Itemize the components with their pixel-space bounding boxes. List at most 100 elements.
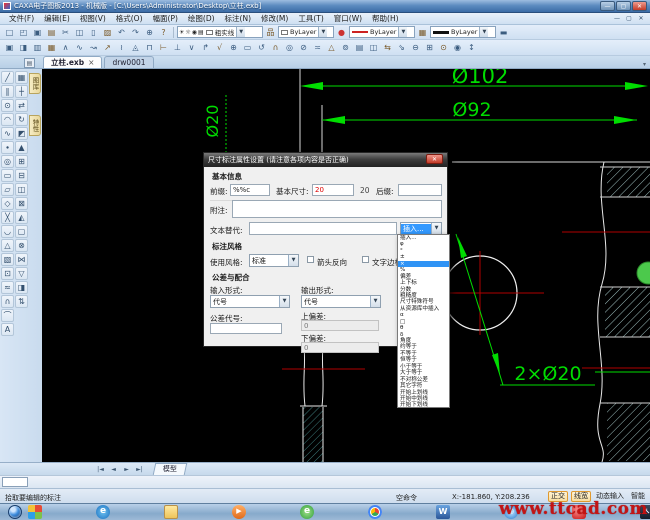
dimension-20[interactable]: Ø20	[203, 95, 226, 152]
modify-tool-icon-12[interactable]: ⊗	[15, 239, 28, 252]
sheet-nav-0[interactable]: |◄	[94, 466, 107, 473]
menu-item-2[interactable]: 视图(V)	[75, 13, 111, 25]
toolbar2-icon-1[interactable]: ◨	[17, 41, 30, 54]
command-input[interactable]	[2, 477, 28, 487]
color-picker-icon[interactable]: ●	[335, 26, 348, 39]
chevron-down-icon[interactable]: ▼	[318, 27, 327, 37]
output-form-combo[interactable]: 代号▼	[301, 295, 381, 308]
print-icon[interactable]: ▤	[45, 26, 58, 39]
input-form-combo[interactable]: 代号▼	[210, 295, 290, 308]
toolbar2-icon-3[interactable]: ▦	[45, 41, 58, 54]
draw-tool-icon-15[interactable]: ≈	[1, 281, 14, 294]
menu-item-10[interactable]: 帮助(H)	[367, 13, 404, 25]
copy-icon[interactable]: ◫	[73, 26, 86, 39]
lineweight-manager-icon[interactable]: ▬	[497, 26, 510, 39]
section-view[interactable]	[452, 162, 650, 462]
ie-icon[interactable]: e	[96, 505, 110, 519]
toolbar2-icon-27[interactable]: ⇆	[381, 41, 394, 54]
toolbar2-icon-13[interactable]: ∨	[185, 41, 198, 54]
dialog-title-bar[interactable]: 尺寸标注属性设置 (请注意各项内容是否正确) ✕	[204, 153, 447, 167]
draw-tool-icon-7[interactable]: ▭	[1, 169, 14, 182]
draw-tool-icon-10[interactable]: ╳	[1, 211, 14, 224]
qq-presence-bubble[interactable]	[637, 262, 650, 284]
new-icon[interactable]: □	[3, 26, 16, 39]
modify-tool-icon-7[interactable]: ⊟	[15, 169, 28, 182]
note-input[interactable]	[232, 200, 442, 218]
draw-tool-icon-6[interactable]: ◎	[1, 155, 14, 168]
modify-tool-icon-10[interactable]: ◭	[15, 211, 28, 224]
save-icon[interactable]: ▣	[31, 26, 44, 39]
column-section[interactable]	[282, 347, 365, 462]
dialog-close-button[interactable]: ✕	[426, 154, 443, 164]
menu-item-3[interactable]: 格式(O)	[111, 13, 148, 25]
word-icon[interactable]: W	[436, 505, 450, 519]
suffix-input[interactable]	[398, 184, 442, 196]
prefix-input[interactable]	[230, 184, 270, 196]
draw-tool-icon-17[interactable]: ⌒	[1, 309, 14, 322]
sheet-tab-model[interactable]: 模型	[153, 463, 188, 475]
toolbar2-icon-31[interactable]: ⊙	[437, 41, 450, 54]
modify-tool-icon-11[interactable]: ▢	[15, 225, 28, 238]
toolbar2-icon-29[interactable]: ⊖	[409, 41, 422, 54]
toolbar2-icon-2[interactable]: ▥	[31, 41, 44, 54]
menu-item-8[interactable]: 工具(T)	[293, 13, 328, 25]
toolbar2-icon-18[interactable]: ↺	[255, 41, 268, 54]
modify-tool-icon-9[interactable]: ⊠	[15, 197, 28, 210]
menu-item-4[interactable]: 幅面(P)	[148, 13, 183, 25]
draw-tool-icon-3[interactable]: ◠	[1, 113, 14, 126]
toolbar2-icon-8[interactable]: ≀	[115, 41, 128, 54]
toolbar2-icon-0[interactable]: ▣	[3, 41, 16, 54]
windows-logo-icon[interactable]	[28, 505, 42, 519]
tab-close-icon[interactable]: ×	[88, 58, 94, 67]
toolbar2-icon-17[interactable]: ▭	[241, 41, 254, 54]
toolbar2-icon-15[interactable]: √	[213, 41, 226, 54]
toolbar2-icon-10[interactable]: ⊓	[143, 41, 156, 54]
side-tab-library[interactable]: 图库	[29, 73, 41, 94]
menu-item-5[interactable]: 绘图(D)	[183, 13, 220, 25]
draw-tool-icon-13[interactable]: ▧	[1, 253, 14, 266]
layer-combo[interactable]: ☀☼◉▤ 粗实线 ▼	[177, 26, 263, 38]
toolbar2-icon-24[interactable]: ⊚	[339, 41, 352, 54]
toolbar2-icon-14[interactable]: ↱	[199, 41, 212, 54]
cut-icon[interactable]: ✂	[59, 26, 72, 39]
menu-item-0[interactable]: 文件(F)	[4, 13, 39, 25]
toolbar2-icon-11[interactable]: ⊢	[157, 41, 170, 54]
draw-tool-icon-16[interactable]: ∩	[1, 295, 14, 308]
media-player-icon[interactable]: ▶	[232, 505, 246, 519]
draw-tool-icon-4[interactable]: ∿	[1, 127, 14, 140]
toolbar2-icon-32[interactable]: ◉	[451, 41, 464, 54]
dimension-92[interactable]: Ø92	[322, 99, 637, 124]
green-browser-icon[interactable]: e	[300, 505, 314, 519]
modify-tool-icon-2[interactable]: ⇄	[15, 99, 28, 112]
tolerance-code-input[interactable]	[210, 323, 282, 334]
modify-tool-icon-4[interactable]: ◩	[15, 127, 28, 140]
new-sheet-icon[interactable]: ▤	[24, 58, 35, 68]
layer-manager-icon[interactable]: 品	[264, 26, 277, 39]
draw-tool-icon-8[interactable]: ▱	[1, 183, 14, 196]
chevron-down-icon[interactable]: ▼	[288, 255, 298, 266]
draw-tool-icon-18[interactable]: A	[1, 323, 14, 336]
modify-tool-icon-3[interactable]: ↻	[15, 113, 28, 126]
toolbar2-icon-26[interactable]: ◫	[367, 41, 380, 54]
sheet-nav-2[interactable]: ►	[120, 466, 133, 473]
lineweight-combo[interactable]: ByLayer ▼	[430, 26, 496, 38]
chevron-down-icon[interactable]: ▼	[370, 296, 380, 307]
folder-icon[interactable]	[164, 505, 178, 519]
modify-tool-icon-14[interactable]: ▽	[15, 267, 28, 280]
toolbar2-icon-30[interactable]: ⊞	[423, 41, 436, 54]
open-icon[interactable]: ◰	[17, 26, 30, 39]
toolbar2-icon-23[interactable]: △	[325, 41, 338, 54]
toolbar2-icon-4[interactable]: ∧	[59, 41, 72, 54]
toolbar2-icon-12[interactable]: ⊥	[171, 41, 184, 54]
undo-icon[interactable]: ↶	[115, 26, 128, 39]
mdi-window-controls[interactable]: —▢✕	[612, 15, 650, 22]
toolbar2-icon-33[interactable]: ↕	[465, 41, 478, 54]
toolbar2-icon-16[interactable]: ⊕	[227, 41, 240, 54]
toolbar2-icon-28[interactable]: ⇘	[395, 41, 408, 54]
basic-dim-input[interactable]	[312, 184, 354, 196]
draw-tool-icon-12[interactable]: △	[1, 239, 14, 252]
toolbar2-icon-6[interactable]: ↝	[87, 41, 100, 54]
text-substitute-input[interactable]	[249, 222, 397, 235]
toolbar2-icon-5[interactable]: ∿	[73, 41, 86, 54]
draw-tool-icon-0[interactable]: ╱	[1, 71, 14, 84]
